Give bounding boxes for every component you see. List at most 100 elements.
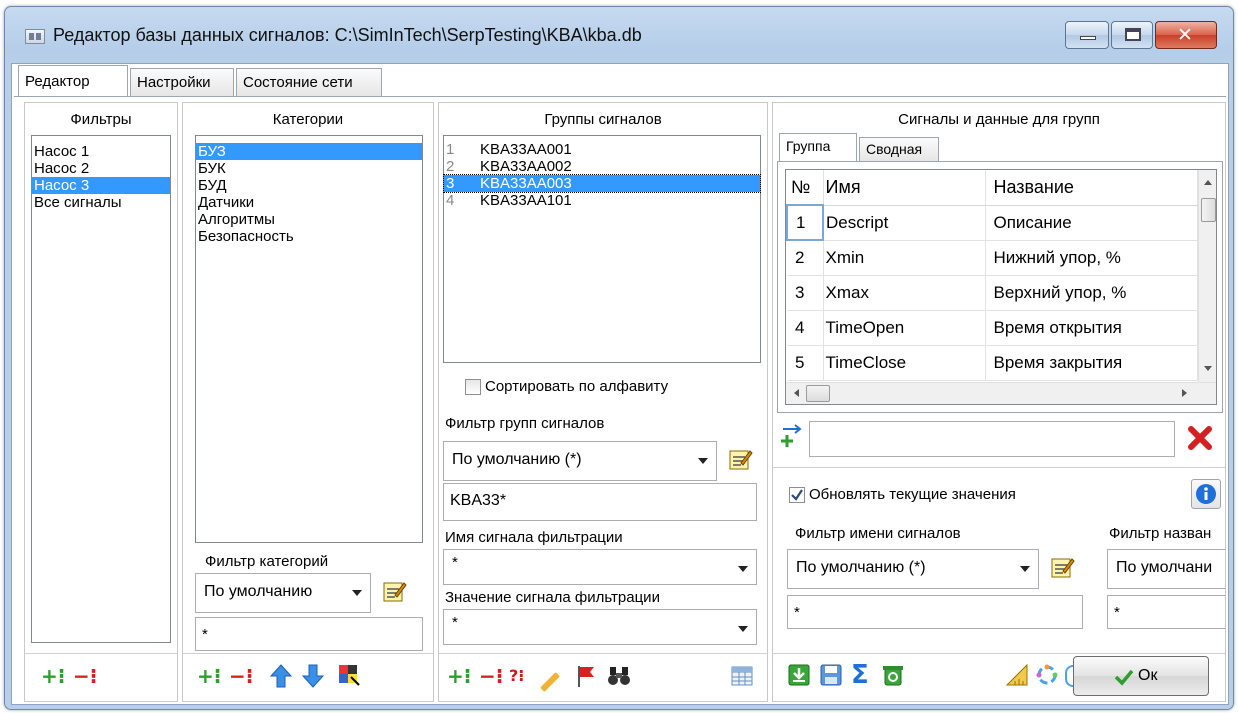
- column-header-num[interactable]: №: [787, 170, 824, 206]
- remove-filter-icon[interactable]: −⁝: [73, 665, 97, 687]
- row-title: Время открытия: [985, 310, 1198, 346]
- subtab-group[interactable]: Группа: [779, 133, 857, 161]
- name-filter-input[interactable]: *: [787, 595, 1083, 629]
- signals-table: № Имя Название 1 Descript Описание 2 Xmi…: [786, 170, 1198, 381]
- group-filter-input[interactable]: KBA33*: [443, 483, 757, 521]
- edit-filter-icon[interactable]: [1049, 555, 1075, 581]
- arrow-down-icon[interactable]: [301, 663, 325, 694]
- remove-group-icon[interactable]: −⁝: [479, 665, 503, 687]
- list-item[interactable]: Безопасность: [196, 228, 422, 245]
- scroll-up-icon[interactable]: [1204, 180, 1212, 185]
- category-filter-combo[interactable]: По умолчанию: [195, 573, 371, 613]
- query-group-icon[interactable]: ?⁝: [509, 665, 524, 687]
- scroll-right-icon[interactable]: [1182, 389, 1187, 397]
- row-name: Xmin: [823, 240, 986, 276]
- table-row[interactable]: 3 Xmax Верхний упор, %: [787, 275, 1198, 311]
- group-name: KBA33AA001: [480, 141, 572, 158]
- binoculars-icon[interactable]: [607, 665, 631, 692]
- table-row[interactable]: 4 TimeOpen Время открытия: [787, 310, 1198, 346]
- sort-checkbox[interactable]: [465, 379, 481, 395]
- signal-name-filter-combo[interactable]: *: [443, 549, 757, 585]
- import-icon[interactable]: [787, 663, 811, 692]
- ruler-icon[interactable]: [1005, 663, 1029, 692]
- groups-list[interactable]: 1 KBA33AA001 2 KBA33AA002 3 KBA33AA003 4 KBA…: [443, 135, 761, 363]
- scroll-thumb[interactable]: [806, 385, 830, 402]
- list-item[interactable]: 4 KBA33AA101: [444, 192, 760, 209]
- scroll-left-icon[interactable]: [794, 389, 799, 397]
- pencil-icon[interactable]: [540, 672, 560, 692]
- ok-button-label: Ок: [1138, 667, 1158, 684]
- add-group-icon[interactable]: +⁝: [447, 665, 471, 687]
- ok-button[interactable]: Ок: [1073, 656, 1209, 696]
- table-icon[interactable]: [731, 665, 753, 692]
- edit-filter-icon[interactable]: [727, 447, 753, 473]
- clock-icon[interactable]: [1065, 665, 1073, 687]
- categories-panel: Категории БУЗ БУК БУД Датчики Алгоритмы …: [182, 102, 434, 702]
- group-filter-combo[interactable]: По умолчанию (*): [443, 441, 717, 481]
- title-filter-value: По умолчани: [1116, 559, 1213, 576]
- insert-row-icon[interactable]: [779, 423, 803, 454]
- filters-list[interactable]: Насос 1 Насос 2 Насос 3 Все сигналы: [31, 135, 171, 643]
- signal-value-filter-combo[interactable]: *: [443, 609, 757, 645]
- scroll-thumb[interactable]: [1201, 198, 1216, 222]
- application-window: Редактор базы данных сигналов: C:\SimInT…: [4, 6, 1234, 710]
- flag-icon[interactable]: [575, 664, 597, 693]
- minimize-icon: [1080, 36, 1096, 40]
- arrow-up-icon[interactable]: [269, 663, 293, 694]
- tab-editor[interactable]: Редактор: [18, 65, 128, 97]
- sort-label: Сортировать по алфавиту: [485, 378, 669, 395]
- name-filter-combo[interactable]: По умолчанию (*): [787, 549, 1039, 589]
- list-item-selected[interactable]: 3 KBA33AA003: [443, 174, 761, 193]
- table-row[interactable]: 1 Descript Описание: [786, 204, 1198, 241]
- table-row[interactable]: 5 TimeClose Время закрытия: [787, 345, 1198, 381]
- maximize-button[interactable]: [1111, 21, 1153, 49]
- signals-grid[interactable]: № Имя Название 1 Descript Описание 2 Xmi…: [785, 169, 1217, 405]
- list-item[interactable]: Насос 2: [32, 160, 170, 177]
- horizontal-scrollbar[interactable]: [786, 382, 1216, 404]
- add-filter-icon[interactable]: +⁝: [41, 665, 65, 687]
- list-item[interactable]: Алгоритмы: [196, 211, 422, 228]
- filters-title: Фильтры: [70, 111, 132, 128]
- title-bar[interactable]: Редактор базы данных сигналов: C:\SimInT…: [5, 7, 1233, 63]
- recycle-icon[interactable]: [881, 663, 905, 692]
- subtab-summary[interactable]: Сводная: [859, 137, 939, 161]
- signals-title: Сигналы и данные для групп: [898, 111, 1100, 128]
- list-item[interactable]: Насос 1: [32, 143, 170, 160]
- save-icon[interactable]: [819, 663, 843, 692]
- category-filter-input[interactable]: *: [195, 617, 423, 651]
- remove-category-icon[interactable]: −⁝: [229, 665, 253, 687]
- list-item[interactable]: 2 KBA33AA002: [444, 158, 760, 175]
- list-item[interactable]: БУК: [196, 160, 422, 177]
- scroll-down-icon[interactable]: [1204, 366, 1212, 371]
- tab-network-state[interactable]: Состояние сети: [236, 68, 382, 96]
- group-name: KBA33AA101: [480, 192, 572, 209]
- title-filter-input[interactable]: *: [1107, 595, 1225, 629]
- categories-list[interactable]: БУЗ БУК БУД Датчики Алгоритмы Безопаснос…: [195, 135, 423, 543]
- list-item[interactable]: Датчики: [196, 194, 422, 211]
- close-button[interactable]: ✕: [1155, 21, 1217, 49]
- row-title: Описание: [985, 205, 1198, 241]
- sum-icon[interactable]: Σ: [851, 660, 869, 690]
- column-header-title[interactable]: Название: [985, 170, 1198, 206]
- list-item[interactable]: 1 KBA33AA001: [444, 141, 760, 158]
- list-item-selected[interactable]: БУЗ: [196, 143, 422, 160]
- title-filter-combo[interactable]: По умолчани: [1107, 549, 1225, 589]
- category-filter-label: Фильтр категорий: [205, 553, 329, 570]
- checkmark-icon: [1114, 669, 1134, 686]
- tab-settings[interactable]: Настройки: [130, 68, 234, 96]
- minimize-button[interactable]: [1065, 21, 1109, 49]
- list-item[interactable]: Все сигналы: [32, 194, 170, 211]
- refresh-icon[interactable]: [1035, 663, 1059, 692]
- list-item-selected[interactable]: Насос 3: [32, 177, 170, 194]
- new-signal-input[interactable]: [809, 421, 1175, 457]
- update-values-checkbox[interactable]: [789, 487, 805, 503]
- column-header-name[interactable]: Имя: [823, 170, 986, 206]
- vertical-scrollbar[interactable]: [1198, 170, 1216, 382]
- colors-palette-icon[interactable]: [337, 663, 361, 692]
- table-row[interactable]: 2 Xmin Нижний упор, %: [787, 240, 1198, 276]
- info-button[interactable]: [1191, 479, 1221, 509]
- add-category-icon[interactable]: +⁝: [197, 665, 221, 687]
- edit-filter-icon[interactable]: [381, 579, 407, 605]
- list-item[interactable]: БУД: [196, 177, 422, 194]
- delete-icon[interactable]: [1187, 425, 1213, 456]
